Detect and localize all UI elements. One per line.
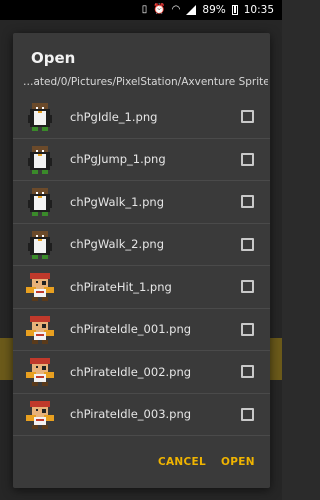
file-checkbox[interactable]: [241, 322, 254, 336]
file-name: chPgIdle_1.png: [70, 109, 158, 124]
file-name: chPirateHit_1.png: [70, 279, 172, 294]
file-row[interactable]: chPirateHit_1.png: [13, 266, 270, 309]
file-row[interactable]: chPirateIdle_001.png: [13, 309, 270, 351]
current-path: …ated/0/Pictures/PixelStation/Axventure …: [23, 76, 268, 88]
penguin-sprite-icon: [24, 144, 56, 176]
file-checkbox[interactable]: [241, 280, 254, 294]
file-name: chPgJump_1.png: [70, 152, 166, 167]
file-name: chPgWalk_1.png: [70, 194, 164, 209]
file-name: chPirateIdle_003.png: [70, 407, 192, 422]
file-name: chPgWalk_2.png: [70, 237, 164, 252]
dialog-actions: CANCEL OPEN: [13, 438, 270, 488]
file-row[interactable]: chPgWalk_2.png: [13, 224, 270, 266]
wifi-icon: ◠: [171, 4, 181, 15]
battery-icon: [231, 5, 238, 15]
file-row[interactable]: chPgIdle_1.png: [13, 96, 270, 139]
pirate-sprite-icon: [24, 399, 56, 431]
file-checkbox[interactable]: [241, 110, 254, 124]
open-button[interactable]: OPEN: [221, 456, 255, 468]
signal-icon: [186, 5, 197, 15]
pirate-sprite-icon: [24, 314, 56, 346]
penguin-sprite-icon: [24, 229, 56, 261]
file-row[interactable]: chPgJump_1.png: [13, 139, 270, 181]
file-checkbox[interactable]: [241, 407, 254, 421]
battery-percent: 89%: [202, 4, 226, 16]
file-row[interactable]: chPgWalk_1.png: [13, 181, 270, 224]
pirate-sprite-icon: [24, 271, 56, 303]
file-row[interactable]: chPirateIdle_003.png: [13, 394, 270, 436]
file-checkbox[interactable]: [241, 365, 254, 379]
open-file-dialog: Open …ated/0/Pictures/PixelStation/Axven…: [13, 33, 270, 488]
pirate-sprite-icon: [24, 356, 56, 388]
file-list: chPgIdle_1.png chPgJump_1.png chPgWalk_1.p…: [13, 96, 270, 436]
penguin-sprite-icon: [24, 186, 56, 218]
file-name: chPirateIdle_001.png: [70, 322, 192, 337]
file-checkbox[interactable]: [241, 195, 254, 209]
file-checkbox[interactable]: [241, 152, 254, 166]
penguin-sprite-icon: [24, 101, 56, 133]
cancel-button[interactable]: CANCEL: [158, 456, 206, 468]
file-name: chPirateIdle_002.png: [70, 364, 192, 379]
alarm-icon: ⏰: [153, 4, 166, 15]
dialog-title: Open: [31, 49, 76, 67]
clock: 10:35: [243, 4, 274, 16]
file-row[interactable]: chPirateIdle_002.png: [13, 351, 270, 394]
status-bar: ▯ ⏰ ◠ 89% 10:35: [0, 0, 282, 20]
file-checkbox[interactable]: [241, 237, 254, 251]
vibrate-icon: ▯: [141, 4, 148, 15]
